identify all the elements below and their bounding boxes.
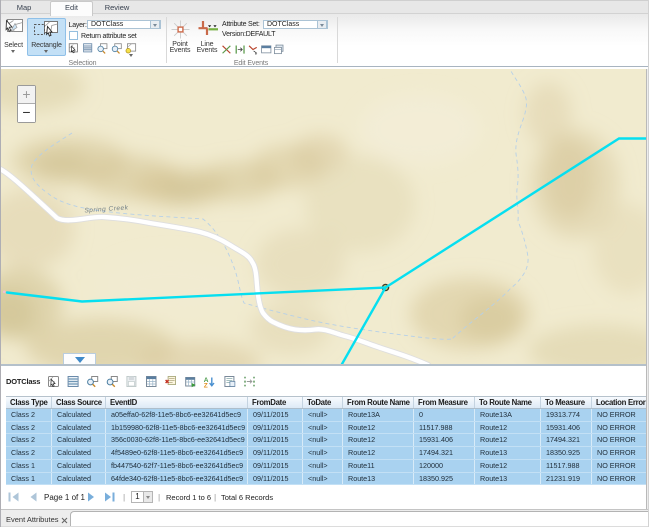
svg-text:Z: Z [204,383,208,389]
